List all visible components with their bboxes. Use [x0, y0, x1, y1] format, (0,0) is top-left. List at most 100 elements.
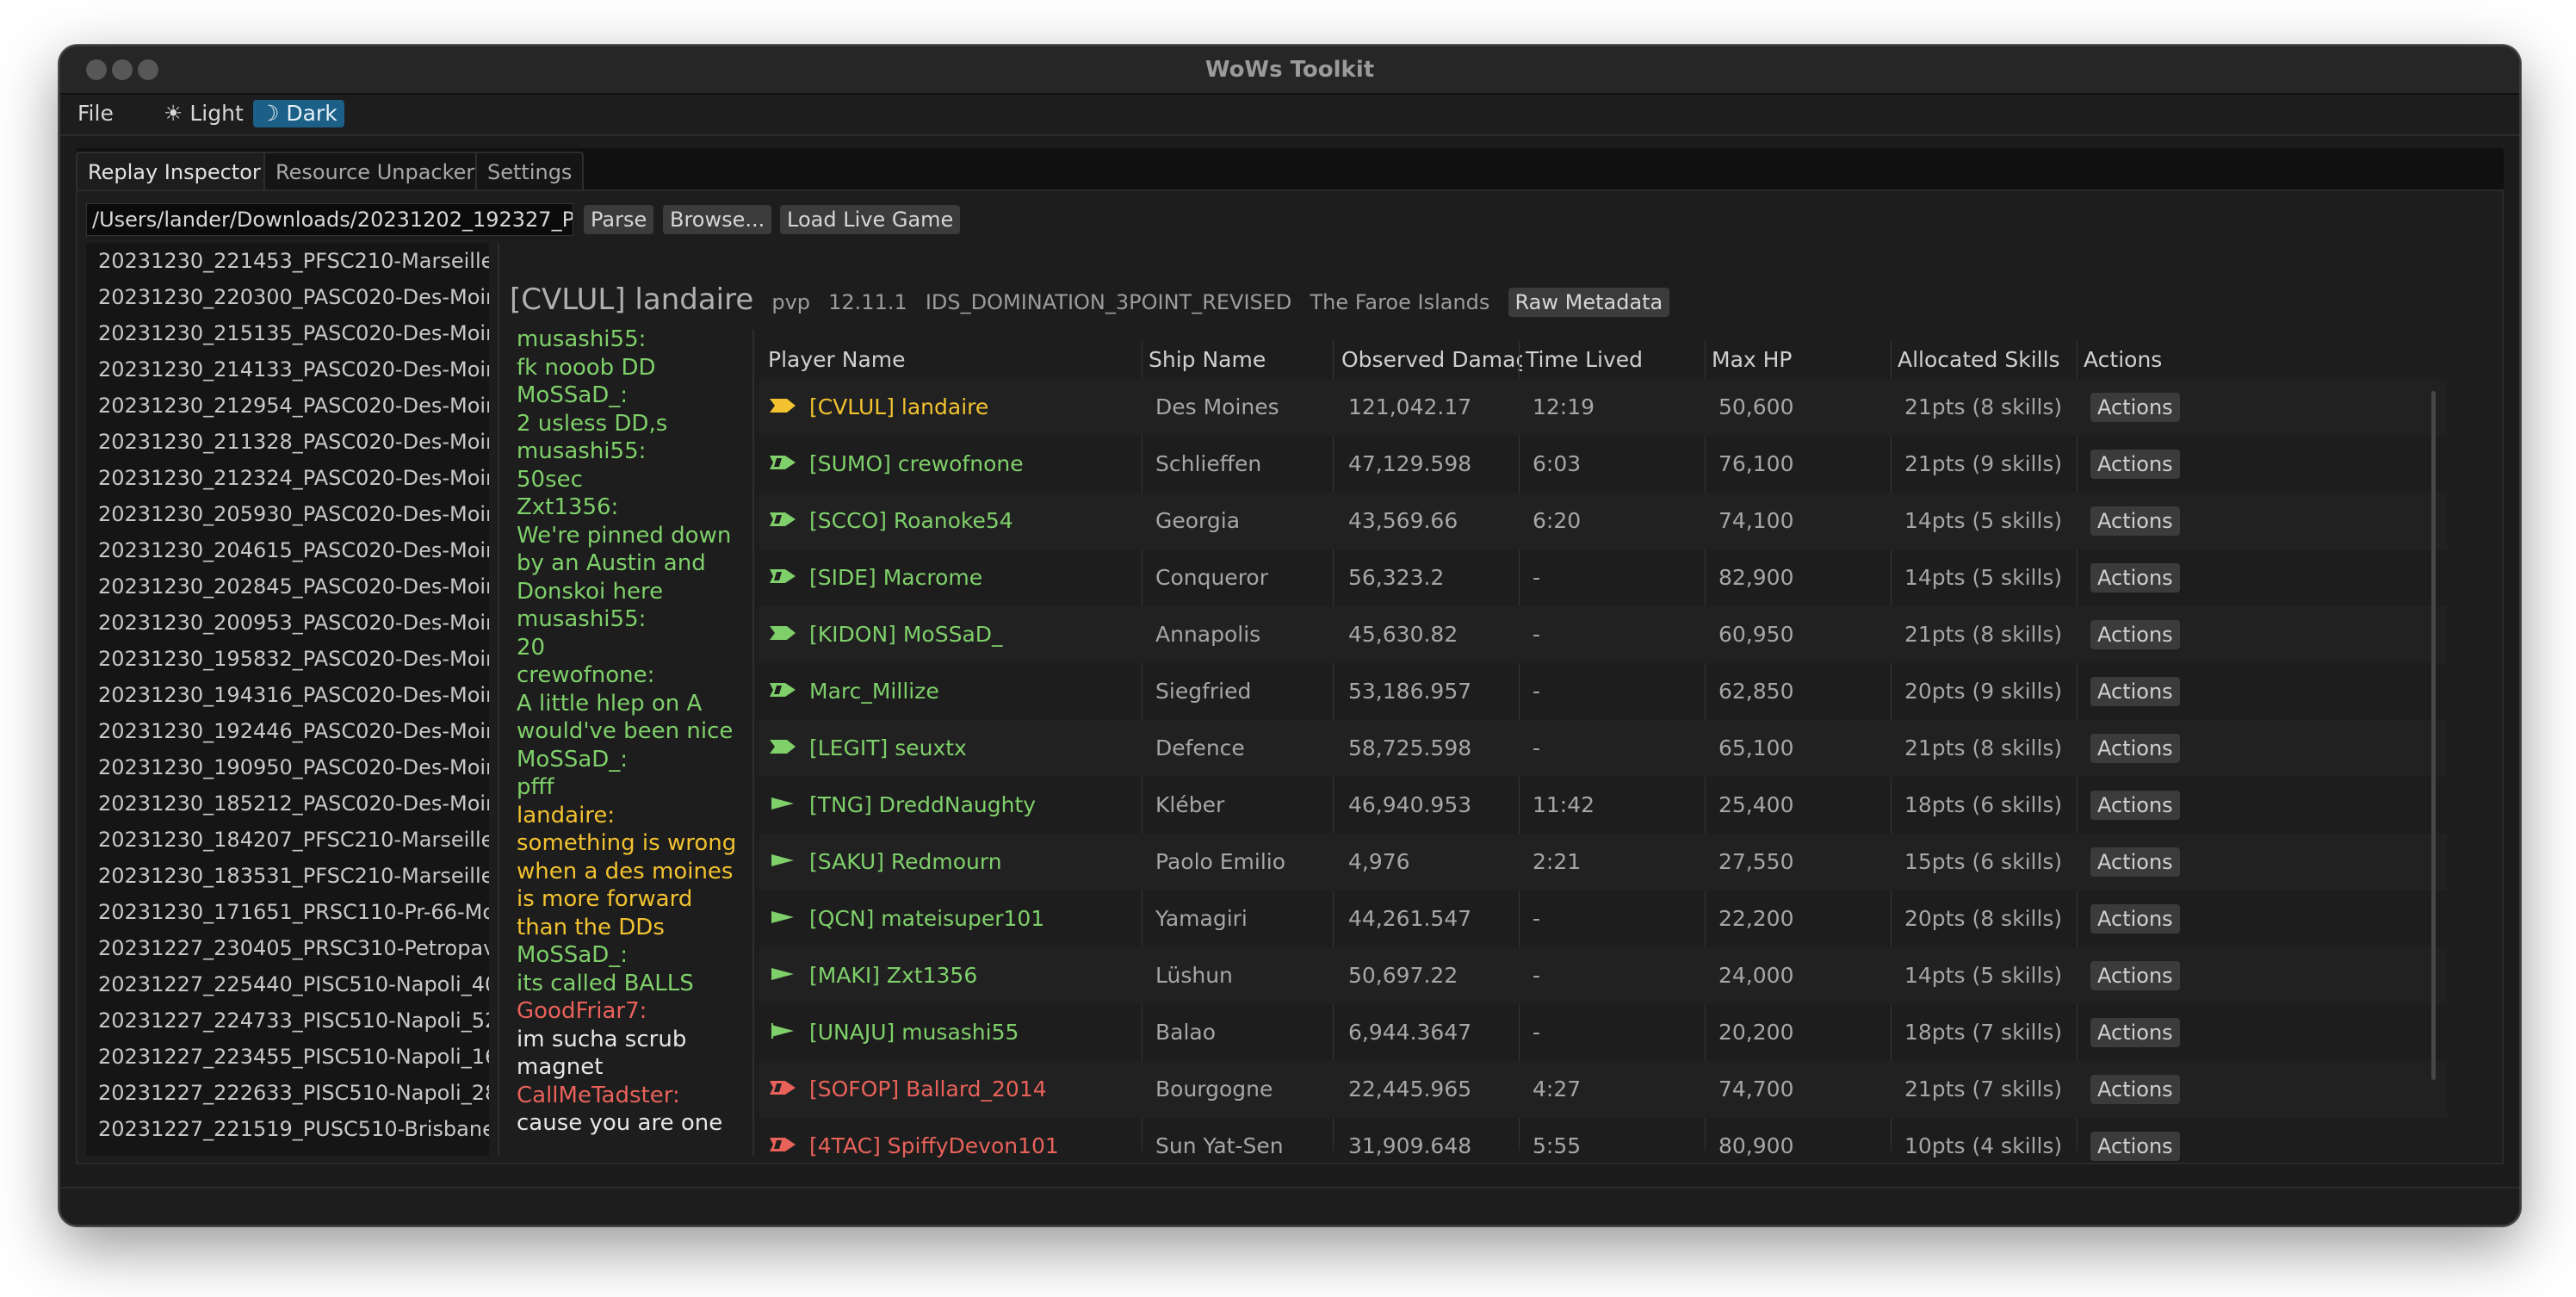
- replay-file-item[interactable]: 20231227_221519_PUSC510-Brisbane_2: [86, 1111, 489, 1147]
- table-row[interactable]: [MAKI] Zxt1356 Lüshun 50,697.22 - 24,000 14pt…: [759, 947, 2447, 1004]
- parse-button[interactable]: Parse: [584, 205, 654, 234]
- replay-file-item[interactable]: 20231230_171651_PRSC110-Pr-66-Mosk: [86, 894, 489, 930]
- row-actions-button[interactable]: Actions: [2090, 1132, 2180, 1161]
- file-menu[interactable]: File: [71, 100, 121, 127]
- replay-file-item[interactable]: 20231227_224733_PISC510-Napoli_52_E: [86, 1002, 489, 1039]
- replay-file-item[interactable]: 20231230_221453_PFSC210-Marseille_2: [86, 243, 489, 279]
- row-actions-button[interactable]: Actions: [2090, 563, 2180, 593]
- tab-resource-unpacker[interactable]: Resource Unpacker: [263, 152, 487, 189]
- column-header-ship-name[interactable]: Ship Name: [1149, 341, 1329, 379]
- light-theme-button[interactable]: ☀ Light: [157, 100, 251, 127]
- replay-file-item[interactable]: 20231227_225440_PISC510-Napoli_40_C: [86, 966, 489, 1002]
- load-live-game-button[interactable]: Load Live Game: [780, 205, 961, 234]
- row-actions-button[interactable]: Actions: [2090, 961, 2180, 990]
- replay-file-item[interactable]: 20231230_202845_PASC020-Des-Moines: [86, 568, 489, 605]
- table-row[interactable]: [SOFOP] Ballard_2014 Bourgogne 22,445.965 4…: [759, 1061, 2447, 1118]
- tab-replay-inspector[interactable]: Replay Inspector: [76, 152, 273, 189]
- cell-player: [TNG] DreddNaughty: [809, 792, 1037, 817]
- table-row[interactable]: [TNG] DreddNaughty Kléber 46,940.953 11:42 2…: [759, 777, 2447, 834]
- sidebar-divider[interactable]: [498, 243, 499, 1156]
- cell-ship: Georgia: [1155, 508, 1241, 533]
- table-row[interactable]: [UNAJU] musashi55 Balao 6,944.3647 - 20,200 1…: [759, 1004, 2447, 1061]
- table-row[interactable]: [SIDE] Macrome Conqueror 56,323.2 - 82,900 14…: [759, 549, 2447, 606]
- chat-log[interactable]: musashi55: fk nooob DD MoSSaD_: 2 usless DD…: [515, 326, 746, 1152]
- replay-file-item[interactable]: 20231227_220121_PASC020-Des-Moines: [86, 1147, 489, 1156]
- table-row[interactable]: [CVLUL] landaire Des Moines 121,042.17 12:1…: [759, 379, 2447, 436]
- row-actions-button[interactable]: Actions: [2090, 791, 2180, 820]
- replay-file-item[interactable]: 20231227_223455_PISC510-Napoli_16_C: [86, 1039, 489, 1075]
- tab-bar: Replay Inspector Resource Unpacker Setti…: [76, 148, 2504, 189]
- column-header-player-name[interactable]: Player Name: [768, 341, 1147, 379]
- replay-file-item[interactable]: 20231227_222633_PISC510-Napoli_28_n: [86, 1075, 489, 1111]
- replay-file-item[interactable]: 20231227_230405_PRSC310-Petropavlo: [86, 930, 489, 966]
- raw-metadata-button[interactable]: Raw Metadata: [1508, 288, 1670, 317]
- row-actions-button[interactable]: Actions: [2090, 904, 2180, 934]
- row-actions-button[interactable]: Actions: [2090, 734, 2180, 763]
- row-actions-button[interactable]: Actions: [2090, 450, 2180, 479]
- table-row[interactable]: [SUMO] crewofnone Schlieffen 47,129.598 6:0…: [759, 436, 2447, 493]
- cell-time: 4:27: [1533, 1077, 1582, 1102]
- table-row[interactable]: [QCN] mateisuper101 Yamagiri 44,261.547 - 22…: [759, 891, 2447, 947]
- tab-settings[interactable]: Settings: [475, 152, 585, 189]
- cell-player: [4TAC] SpiffyDevon101: [809, 1133, 1059, 1158]
- row-actions-button[interactable]: Actions: [2090, 393, 2180, 422]
- table-row[interactable]: [SCCO] Roanoke54 Georgia 43,569.66 6:20 74,1…: [759, 493, 2447, 549]
- chat-author: musashi55:: [517, 438, 647, 464]
- replay-file-item[interactable]: 20231230_215135_PASC020-Des-Moines: [86, 315, 489, 351]
- battleship-icon: [770, 1138, 796, 1151]
- cell-damage: 47,129.598: [1348, 451, 1472, 476]
- table-row[interactable]: [4TAC] SpiffyDevon101 Sun Yat-Sen 31,909.6…: [759, 1118, 2447, 1175]
- replay-file-item[interactable]: 20231230_204615_PASC020-Des-Moines: [86, 532, 489, 568]
- cell-ship: Sun Yat-Sen: [1155, 1133, 1284, 1158]
- row-actions-button[interactable]: Actions: [2090, 677, 2180, 706]
- replay-file-item[interactable]: 20231230_212954_PASC020-Des-Moines: [86, 388, 489, 424]
- app-window: WoWs Toolkit File ☀ Light ☽ Dark Replay …: [59, 45, 2521, 1226]
- cell-damage: 43,569.66: [1348, 508, 1458, 533]
- replay-file-list[interactable]: 20231230_221453_PFSC210-Marseille_2 20231…: [86, 243, 489, 1156]
- chat-message: MoSSaD_: pfff: [515, 746, 746, 802]
- cell-hp: 24,000: [1718, 963, 1794, 988]
- table-row[interactable]: [SAKU] Redmourn Paolo Emilio 4,976 2:21 27,5…: [759, 834, 2447, 891]
- replay-file-item[interactable]: 20231230_183531_PFSC210-Marseille_3: [86, 858, 489, 894]
- replay-file-item[interactable]: 20231230_220300_PASC020-Des-Moines: [86, 279, 489, 315]
- replay-map-name: The Faroe Islands: [1310, 290, 1490, 314]
- row-actions-button[interactable]: Actions: [2090, 506, 2180, 536]
- row-actions-button[interactable]: Actions: [2090, 1075, 2180, 1104]
- cell-player: [SOFOP] Ballard_2014: [809, 1077, 1047, 1102]
- table-row[interactable]: [LEGIT] seuxtx Defence 58,725.598 - 65,100 21…: [759, 720, 2447, 777]
- table-row[interactable]: [KIDON] MoSSaD_ Annapolis 45,630.82 - 60,950…: [759, 606, 2447, 663]
- column-header-observed-damage[interactable]: Observed Damage: [1341, 341, 1522, 379]
- replay-file-item[interactable]: 20231230_185212_PASC020-Des-Moines: [86, 785, 489, 822]
- replay-file-item[interactable]: 20231230_190950_PASC020-Des-Moines: [86, 749, 489, 785]
- column-header-actions[interactable]: Actions: [2084, 341, 2264, 379]
- replay-file-item[interactable]: 20231230_195832_PASC020-Des-Moines: [86, 641, 489, 677]
- replay-file-item[interactable]: 20231230_194316_PASC020-Des-Moines: [86, 677, 489, 713]
- replay-file-item[interactable]: 20231230_205930_PASC020-Des-Moines: [86, 496, 489, 532]
- column-header-max-hp[interactable]: Max HP: [1712, 341, 1892, 379]
- replay-file-item[interactable]: 20231230_212324_PASC020-Des-Moines: [86, 460, 489, 496]
- replay-file-item[interactable]: 20231230_211328_PASC020-Des-Moines: [86, 424, 489, 460]
- cell-hp: 27,550: [1718, 849, 1794, 874]
- column-header-time-lived[interactable]: Time Lived: [1526, 341, 1706, 379]
- cell-ship: Lüshun: [1155, 963, 1233, 988]
- table-row[interactable]: Marc_Millize Siegfried 53,186.957 - 62,850 20…: [759, 663, 2447, 720]
- replay-file-item[interactable]: 20231230_192446_PASC020-Des-Moines: [86, 713, 489, 749]
- replay-inspector-panel: /Users/lander/Downloads/20231202_192327_…: [76, 189, 2504, 1164]
- row-actions-button[interactable]: Actions: [2090, 1018, 2180, 1047]
- column-header-allocated-skills[interactable]: Allocated Skills: [1898, 341, 2078, 379]
- replay-file-item[interactable]: 20231230_184207_PFSC210-Marseille_2: [86, 822, 489, 858]
- replay-path-input[interactable]: /Users/lander/Downloads/20231202_192327_…: [86, 203, 573, 236]
- cell-ship: Yamagiri: [1155, 906, 1248, 931]
- cruiser-icon: [770, 740, 796, 754]
- title-bar[interactable]: WoWs Toolkit: [60, 47, 2519, 95]
- replay-file-item[interactable]: 20231230_214133_PASC020-Des-Moines: [86, 351, 489, 388]
- replay-file-item[interactable]: 20231230_200953_PASC020-Des-Moines: [86, 605, 489, 641]
- players-table-scrollbar[interactable]: [2431, 391, 2436, 1080]
- cell-skills: 21pts (8 skills): [1904, 394, 2063, 419]
- row-actions-button[interactable]: Actions: [2090, 620, 2180, 649]
- dark-theme-button[interactable]: ☽ Dark: [253, 100, 344, 127]
- cell-player: [LEGIT] seuxtx: [809, 735, 967, 760]
- row-actions-button[interactable]: Actions: [2090, 847, 2180, 877]
- browse-button[interactable]: Browse...: [663, 205, 772, 234]
- chat-divider[interactable]: [752, 329, 754, 1156]
